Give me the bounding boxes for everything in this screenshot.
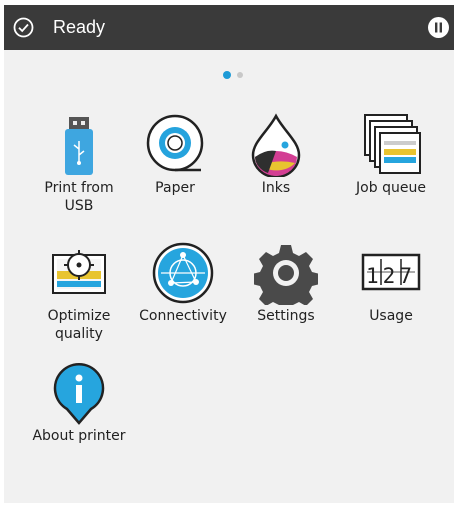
tile-usage[interactable]: 127 Usage [343, 241, 439, 341]
pause-icon[interactable] [428, 17, 449, 38]
checkmark-circle-icon [13, 17, 34, 38]
usb-icon [65, 117, 93, 175]
tile-label: About printer [32, 428, 126, 444]
page-indicator[interactable] [223, 69, 253, 81]
tile-label: Usage [369, 308, 413, 324]
job-queue-icon [364, 114, 421, 174]
tile-about-printer[interactable]: About printer [31, 361, 127, 461]
status-bar: Ready [4, 5, 454, 50]
tile-connectivity[interactable]: Connectivity [135, 241, 231, 341]
info-icon [53, 363, 105, 425]
tile-job-queue[interactable]: Job queue [343, 113, 439, 213]
status-text: Ready [53, 17, 106, 37]
tile-label: Optimize quality [47, 308, 111, 342]
tile-label: Inks [261, 180, 291, 196]
tile-print-from-usb[interactable]: Print from USB [31, 113, 127, 214]
tile-label: Paper [155, 180, 195, 196]
tile-optimize-quality[interactable]: Optimize quality [31, 241, 127, 342]
tile-inks[interactable]: Inks [228, 113, 324, 213]
ink-drop-icon [251, 113, 301, 177]
tile-label: Job queue [356, 180, 426, 196]
tile-label: Settings [257, 308, 315, 324]
tile-label: Connectivity [139, 308, 227, 324]
gear-icon [254, 245, 318, 305]
paper-roll-icon [146, 114, 204, 172]
printer-panel: Ready Print from USB Paper Inks Job queu… [4, 5, 454, 503]
optimize-quality-icon [52, 250, 106, 294]
tile-settings[interactable]: Settings [238, 241, 334, 341]
tile-paper[interactable]: Paper [127, 113, 223, 213]
globe-icon [152, 242, 214, 304]
page-dot-inactive[interactable] [237, 72, 243, 78]
usage-counter-digits: 127 [366, 264, 416, 288]
page-dot-active[interactable] [223, 71, 231, 79]
